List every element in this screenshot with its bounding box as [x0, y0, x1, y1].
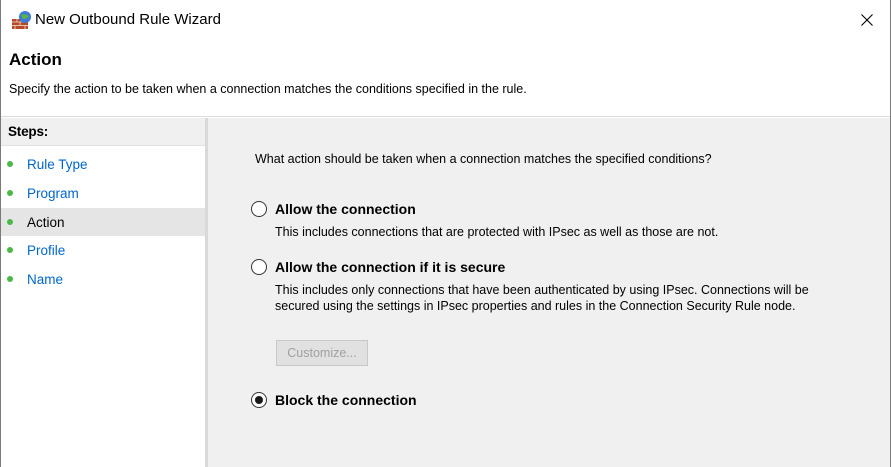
customize-button[interactable]: Customize...	[276, 340, 368, 366]
step-label: Program	[27, 185, 79, 201]
wizard-window: New Outbound Rule Wizard Action Specify …	[0, 0, 891, 467]
step-name[interactable]: Name	[1, 265, 205, 293]
firewall-icon	[11, 10, 33, 30]
allow-description: This includes connections that are prote…	[275, 225, 719, 239]
block-connection-option[interactable]: Block the connection	[251, 392, 417, 408]
steps-heading-label: Steps:	[8, 124, 49, 139]
allow-secure-radio[interactable]	[251, 259, 267, 275]
allow-radio[interactable]	[251, 201, 267, 217]
wizard-header: Action Specify the action to be taken wh…	[1, 42, 890, 117]
step-status-icon	[7, 276, 13, 282]
step-status-icon	[7, 190, 13, 196]
step-status-icon	[7, 161, 13, 167]
step-label: Rule Type	[27, 156, 88, 172]
steps-heading: Steps:	[1, 118, 205, 146]
page-subtitle: Specify the action to be taken when a co…	[9, 82, 527, 96]
page-title: Action	[9, 50, 62, 69]
allow-label: Allow the connection	[275, 201, 416, 217]
step-label: Profile	[27, 242, 66, 258]
title-bar[interactable]: New Outbound Rule Wizard	[1, 0, 890, 42]
allow-secure-description: This includes only connections that have…	[275, 283, 809, 313]
block-label: Block the connection	[275, 392, 417, 408]
allow-secure-label: Allow the connection if it is secure	[275, 259, 506, 275]
window-title: New Outbound Rule Wizard	[35, 11, 221, 28]
step-rule-type[interactable]: Rule Type	[1, 150, 205, 178]
step-program[interactable]: Program	[1, 179, 205, 207]
step-status-icon	[7, 219, 13, 225]
allow-secure-option[interactable]: Allow the connection if it is secure	[251, 259, 505, 275]
block-radio[interactable]	[251, 392, 267, 408]
close-button[interactable]	[844, 0, 890, 42]
step-action[interactable]: Action	[1, 208, 205, 236]
action-panel: What action should be taken when a conne…	[208, 118, 890, 467]
action-question: What action should be taken when a conne…	[255, 152, 712, 166]
step-label: Action	[27, 214, 65, 230]
step-status-icon	[7, 247, 13, 253]
allow-connection-option[interactable]: Allow the connection	[251, 201, 416, 217]
close-icon	[861, 13, 873, 29]
step-profile[interactable]: Profile	[1, 236, 205, 264]
steps-sidebar: Steps: Rule Type Program Action Profile …	[1, 118, 207, 467]
step-label: Name	[27, 271, 64, 287]
